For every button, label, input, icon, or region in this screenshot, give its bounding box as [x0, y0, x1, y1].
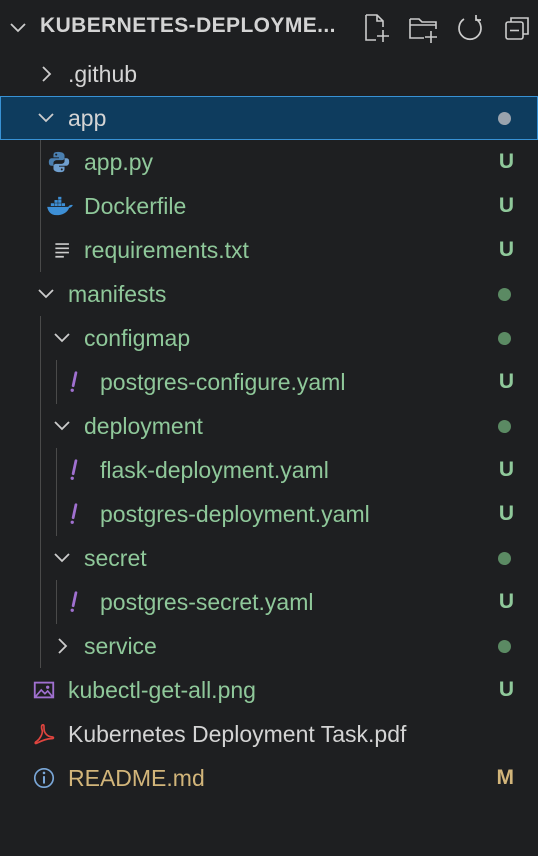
- tree-item-label: app: [68, 105, 107, 131]
- untracked-badge: U: [498, 502, 514, 525]
- pdf-icon: [31, 721, 57, 747]
- tree-item-label: configmap: [84, 325, 191, 351]
- explorer-header[interactable]: KUBERNETES-DEPLOYME...: [0, 0, 538, 52]
- tree-folder-configmap[interactable]: configmap: [0, 316, 538, 360]
- tree-item-label: .github: [68, 61, 138, 87]
- tree-folder-github[interactable]: .github: [0, 52, 538, 96]
- new-folder-button[interactable]: [405, 10, 441, 46]
- tree-file-readme-md[interactable]: README.md M: [0, 756, 538, 800]
- tree-file-postgres-configure-yaml[interactable]: postgres-configure.yaml U: [0, 360, 538, 404]
- chevron-down-icon: [50, 546, 74, 570]
- refresh-button[interactable]: [452, 10, 488, 46]
- docker-icon: [45, 193, 75, 219]
- tree-item-label: flask-deployment.yaml: [100, 457, 329, 483]
- image-icon: [31, 677, 57, 703]
- new-folder-icon: [409, 18, 437, 43]
- tree-item-label: postgres-configure.yaml: [100, 369, 346, 395]
- tree-folder-service[interactable]: service: [0, 624, 538, 668]
- untracked-dot: [498, 640, 511, 653]
- collapse-all-button[interactable]: [499, 10, 535, 46]
- untracked-badge: U: [498, 194, 514, 217]
- info-icon: [31, 765, 57, 791]
- collapse-all-icon: [505, 17, 529, 40]
- file-explorer: KUBERNETES-DEPLOYME... .github app app.p…: [0, 0, 538, 856]
- tree-folder-deployment[interactable]: deployment: [0, 404, 538, 448]
- chevron-down-icon: [50, 326, 74, 350]
- tree-item-label: app.py: [84, 149, 154, 175]
- chevron-down-icon: [34, 106, 58, 130]
- new-file-icon: [365, 14, 389, 42]
- explorer-actions: [358, 10, 538, 46]
- chevron-down-icon: [34, 282, 58, 306]
- refresh-icon: [458, 15, 482, 40]
- untracked-badge: U: [498, 590, 514, 613]
- tree-item-label: postgres-deployment.yaml: [100, 501, 370, 527]
- yaml-exclamation-icon: [62, 501, 88, 527]
- tree-file-flask-deployment-yaml[interactable]: flask-deployment.yaml U: [0, 448, 538, 492]
- tree-file-kubernetes-deployment-task-pdf[interactable]: Kubernetes Deployment Task.pdf: [0, 712, 538, 756]
- tree-item-label: Kubernetes Deployment Task.pdf: [68, 721, 407, 747]
- yaml-exclamation-icon: [62, 589, 88, 615]
- tree-item-label: kubectl-get-all.png: [68, 677, 256, 703]
- tree-item-label: Dockerfile: [84, 193, 187, 219]
- untracked-badge: U: [498, 678, 514, 701]
- tree-folder-manifests[interactable]: manifests: [0, 272, 538, 316]
- tree-file-postgres-deployment-yaml[interactable]: postgres-deployment.yaml U: [0, 492, 538, 536]
- tree-item-label: requirements.txt: [84, 237, 249, 263]
- tree-file-requirements-txt[interactable]: requirements.txt U: [0, 228, 538, 272]
- untracked-badge: U: [498, 150, 514, 173]
- untracked-badge: U: [498, 238, 514, 261]
- text-lines-icon: [50, 237, 76, 263]
- untracked-dot: [498, 332, 511, 345]
- modified-badge: M: [496, 766, 515, 789]
- untracked-badge: U: [498, 458, 514, 481]
- tree-folder-app[interactable]: app: [0, 96, 538, 140]
- chevron-down-icon: [50, 414, 74, 438]
- yaml-exclamation-icon: [62, 457, 88, 483]
- untracked-dot: [498, 552, 511, 565]
- python-icon: [46, 149, 72, 175]
- tree-item-label: README.md: [68, 765, 205, 791]
- workspace-title: KUBERNETES-DEPLOYME...: [40, 14, 336, 37]
- tree-file-postgres-secret-yaml[interactable]: postgres-secret.yaml U: [0, 580, 538, 624]
- untracked-badge: U: [498, 370, 514, 393]
- tree-file-dockerfile[interactable]: Dockerfile U: [0, 184, 538, 228]
- tree-file-app-py[interactable]: app.py U: [0, 140, 538, 184]
- tree-item-label: deployment: [84, 413, 203, 439]
- chevron-right-icon: [34, 62, 58, 86]
- untracked-dot: [498, 288, 511, 301]
- modified-dot: [498, 112, 511, 125]
- tree-item-label: manifests: [68, 281, 167, 307]
- chevron-down-icon[interactable]: [6, 16, 30, 40]
- chevron-right-icon: [50, 634, 74, 658]
- new-file-button[interactable]: [358, 10, 394, 46]
- tree-file-kubectl-get-all-png[interactable]: kubectl-get-all.png U: [0, 668, 538, 712]
- yaml-exclamation-icon: [62, 369, 88, 395]
- tree-item-label: service: [84, 633, 157, 659]
- untracked-dot: [498, 420, 511, 433]
- tree-folder-secret[interactable]: secret: [0, 536, 538, 580]
- tree-item-label: postgres-secret.yaml: [100, 589, 314, 615]
- tree-item-label: secret: [84, 545, 147, 571]
